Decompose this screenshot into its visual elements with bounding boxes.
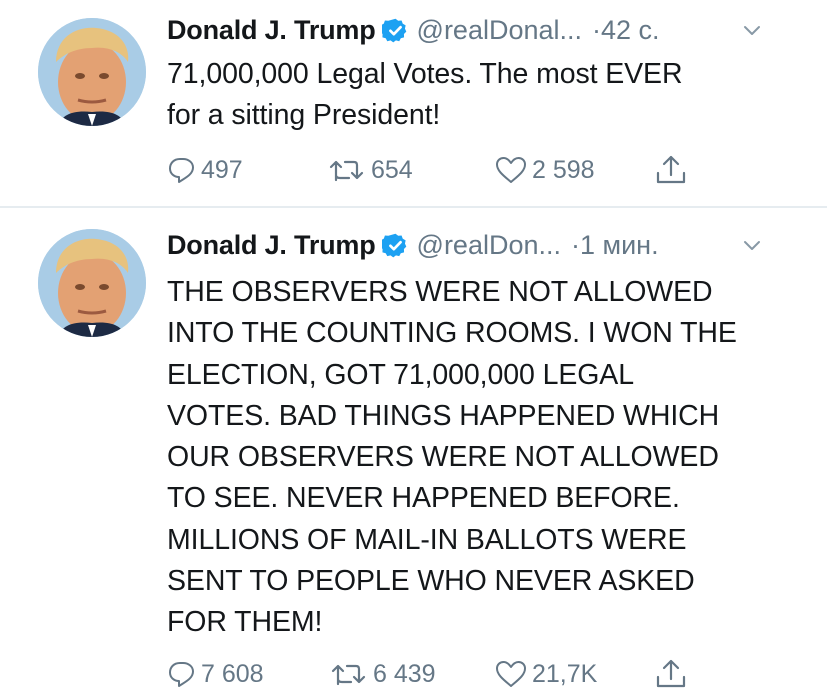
avatar-image [38,229,146,337]
avatar-image [38,18,146,126]
retweet-button[interactable]: 6 439 [329,654,436,694]
author-handle[interactable]: @realDonal... [417,15,582,45]
share-icon [656,155,686,184]
reply-button[interactable]: 497 [167,150,243,190]
tweet[interactable]: Donald J. Trump @realDon... ·1 мин. THE OB… [0,208,827,700]
separator: · [592,15,602,45]
retweet-icon [329,160,364,182]
reply-button[interactable]: 7 608 [167,654,264,694]
tweet[interactable]: Donald J. Trump @realDonal... ·42 с. 71,00… [0,0,827,207]
verified-badge-icon [381,232,409,259]
share-icon [656,659,686,688]
tweet-text: THE OBSERVERS WERE NOT ALLOWED INTO THE … [167,276,737,639]
author-handle[interactable]: @realDon... [417,230,561,260]
like-count: 21,7K [532,659,598,688]
author-name[interactable]: Donald J. Trump [167,230,376,260]
tweet-header: Donald J. Trump @realDonal... ·42 с. [167,12,807,52]
timestamp[interactable]: 1 мин. [580,230,659,260]
timestamp[interactable]: 42 с. [601,15,660,45]
share-button[interactable] [654,654,688,694]
tweet-actions: 497 654 2 598 [167,150,727,190]
retweet-count: 6 439 [373,659,436,688]
retweet-count: 654 [371,155,413,184]
chevron-down-icon[interactable] [743,24,761,38]
heart-icon [496,661,526,687]
like-button[interactable]: 21,7K [494,654,597,694]
avatar[interactable] [38,229,146,337]
tweet-actions: 7 608 6 439 21,7K [167,654,727,694]
avatar[interactable] [38,18,146,126]
heart-icon [496,157,526,183]
verified-badge-icon [381,17,409,44]
reply-count: 7 608 [201,659,264,688]
tweet-text: 71,000,000 Legal Votes. The most EVER fo… [167,58,683,132]
retweet-button[interactable]: 654 [327,150,413,190]
author-name[interactable]: Donald J. Trump [167,15,376,45]
chevron-down-icon[interactable] [743,239,761,253]
tweet-header: Donald J. Trump @realDon... ·1 мин. [167,227,807,267]
reply-icon [169,158,194,183]
share-button[interactable] [654,150,688,190]
retweet-icon [331,664,366,686]
like-count: 2 598 [532,155,595,184]
separator: · [571,230,580,260]
like-button[interactable]: 2 598 [494,150,595,190]
reply-count: 497 [201,155,243,184]
reply-icon [169,662,194,687]
